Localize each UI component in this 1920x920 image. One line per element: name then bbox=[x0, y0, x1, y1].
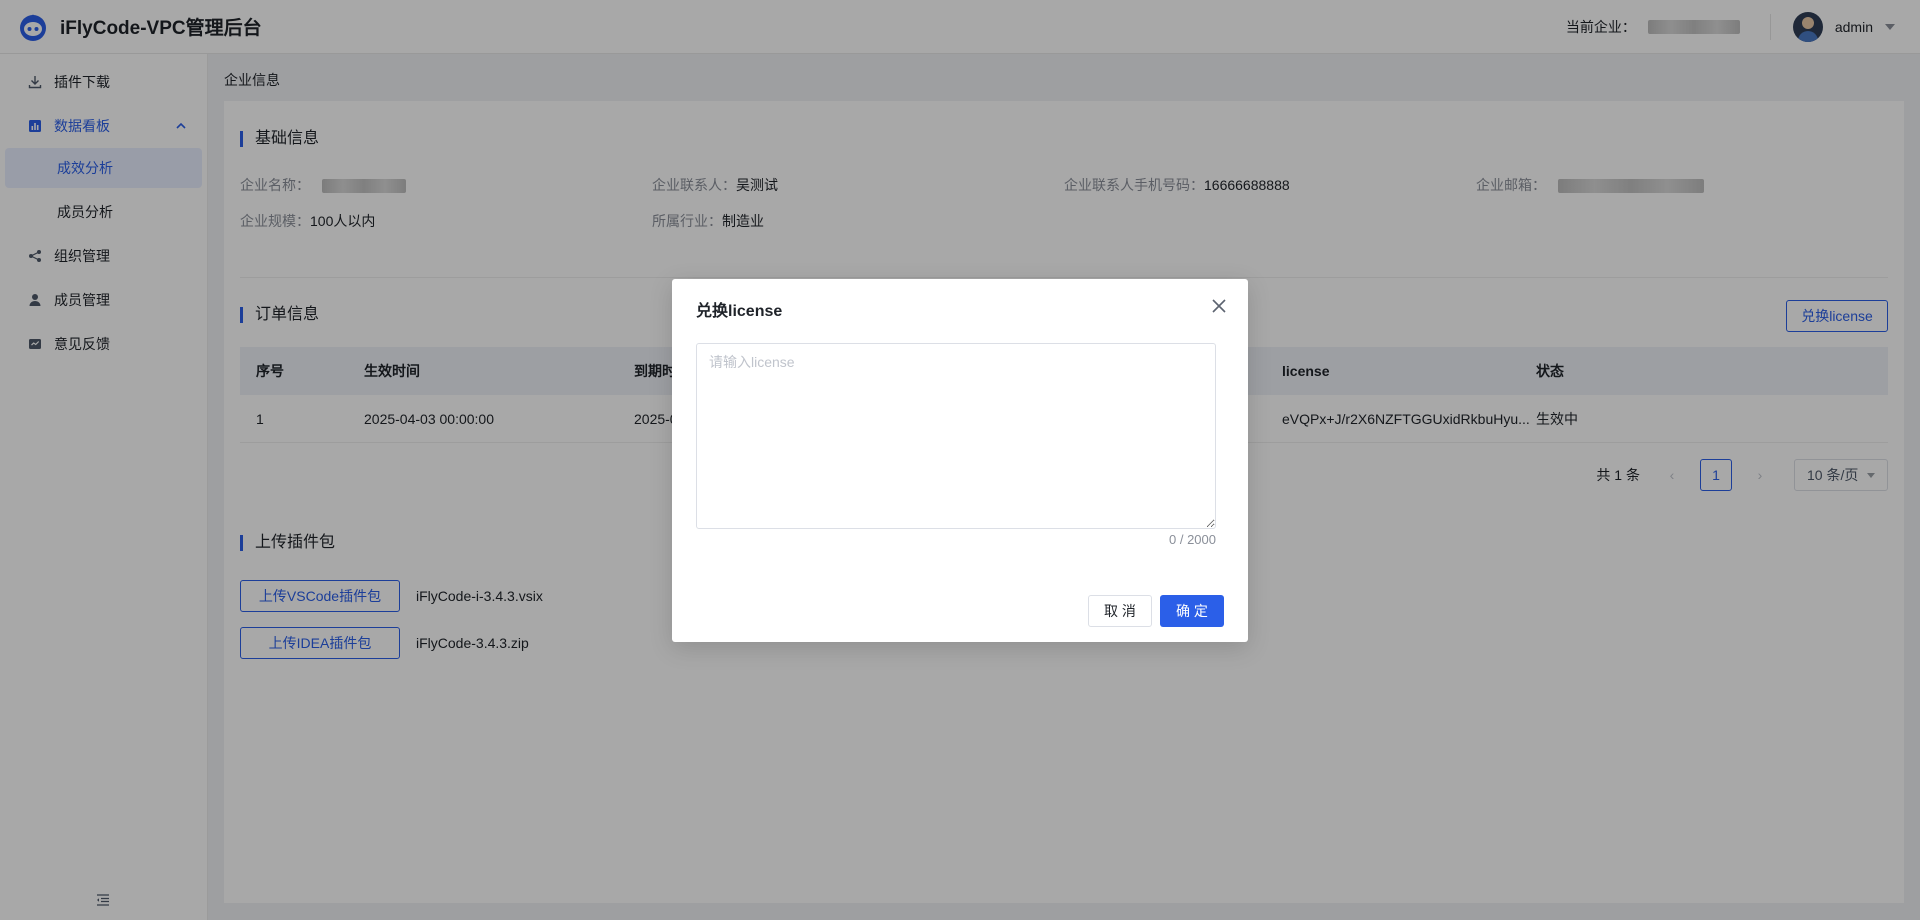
redeem-license-dialog: 兑换license 0 / 2000 取 消 确 定 bbox=[672, 279, 1248, 642]
close-icon[interactable] bbox=[1210, 297, 1228, 315]
char-counter: 0 / 2000 bbox=[1169, 532, 1216, 547]
license-input[interactable] bbox=[696, 343, 1216, 529]
cancel-button[interactable]: 取 消 bbox=[1088, 595, 1152, 627]
confirm-button[interactable]: 确 定 bbox=[1160, 595, 1224, 627]
dialog-title: 兑换license bbox=[696, 303, 783, 320]
